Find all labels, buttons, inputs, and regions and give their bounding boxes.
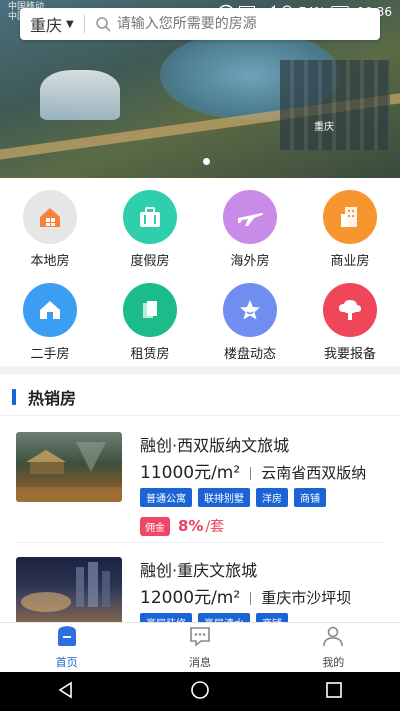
profile-icon [321, 625, 345, 651]
banner-towers [280, 60, 390, 150]
chevron-down-icon: ▼ [66, 18, 74, 30]
tag: 商铺 [294, 488, 326, 507]
home-icon [23, 283, 77, 337]
category-vacation[interactable]: 度假房 [100, 190, 200, 269]
house-icon [23, 190, 77, 244]
category-label: 海外房 [230, 254, 270, 269]
bottom-tab-bar: 首页 消息 我的 [0, 622, 400, 672]
category-overseas[interactable]: 海外房 [200, 190, 300, 269]
tab-label: 首页 [55, 656, 78, 669]
category-label: 我要报备 [323, 347, 376, 362]
banner-caption: 重庆 [314, 122, 334, 133]
message-icon [188, 625, 212, 651]
listing-price-row: 12000元/m² 重庆市沙坪坝 [140, 583, 396, 608]
category-label: 度假房 [130, 254, 170, 269]
tab-profile[interactable]: 我的 [267, 623, 400, 672]
category-rental[interactable]: 租赁房 [100, 283, 200, 362]
tag: 普通公寓 [140, 488, 192, 507]
section-accent-bar [12, 388, 16, 405]
category-label: 本地房 [30, 254, 70, 269]
city-selector[interactable]: 重庆 ▼ [20, 12, 74, 36]
tag: 洋房 [256, 488, 288, 507]
search-divider [83, 15, 85, 33]
category-report[interactable]: 我要报备 [300, 283, 400, 362]
home-tab-icon [55, 625, 79, 651]
tab-home[interactable]: 首页 [0, 623, 133, 672]
commission-value: 8% [178, 517, 204, 535]
tab-messages[interactable]: 消息 [133, 623, 266, 672]
listing-name: 融创·重庆文旅城 [140, 561, 258, 580]
commission-badge: 佣金 [140, 516, 170, 536]
system-navigation-bar [0, 672, 400, 711]
listing-tags: 普通公寓 联排别墅 洋房 商铺 [140, 488, 326, 507]
listing-name: 融创·西双版纳文旅城 [140, 436, 290, 455]
list-divider [16, 542, 384, 543]
copy-icon [123, 283, 177, 337]
search-input[interactable] [116, 16, 347, 32]
listing-location: 重庆市沙坪坝 [261, 589, 352, 607]
recents-icon[interactable] [325, 681, 343, 703]
commission-unit: /套 [205, 519, 225, 535]
tab-label: 消息 [188, 656, 211, 669]
category-label: 二手房 [30, 347, 70, 362]
section-separator [0, 366, 400, 374]
search-icon [95, 16, 111, 32]
star-icon [223, 283, 277, 337]
search-bar: 重庆 ▼ [20, 8, 380, 40]
category-grid: 本地房 度假房 海外房 商业房 二手房 租赁房 楼盘动态 我要报备 [0, 190, 400, 362]
commission-info: 佣金 8% /套 [140, 516, 224, 536]
price-divider [250, 591, 252, 605]
tag: 联排别墅 [198, 488, 250, 507]
building-icon [323, 190, 377, 244]
section-title: 热销房 [28, 388, 77, 408]
back-icon[interactable] [57, 681, 75, 703]
home-circle-icon[interactable] [190, 680, 210, 704]
listing-location: 云南省西双版纳 [261, 464, 367, 482]
category-label: 楼盘动态 [223, 347, 276, 362]
category-label: 租赁房 [130, 347, 170, 362]
listing-thumbnail [16, 557, 122, 627]
category-commercial[interactable]: 商业房 [300, 190, 400, 269]
listing-price: 11000元/m² [140, 463, 241, 483]
price-divider [250, 466, 252, 480]
airplane-icon [223, 190, 277, 244]
category-project-news[interactable]: 楼盘动态 [200, 283, 300, 362]
category-label: 商业房 [330, 254, 370, 269]
city-label: 重庆 [30, 16, 63, 35]
banner-dome-building [40, 70, 120, 120]
listing-thumbnail [16, 432, 122, 502]
listing-price: 12000元/m² [140, 588, 241, 608]
suitcase-icon [123, 190, 177, 244]
category-second-hand[interactable]: 二手房 [0, 283, 100, 362]
listing-price-row: 11000元/m² 云南省西双版纳 [140, 458, 396, 483]
tab-label: 我的 [322, 656, 345, 669]
upload-icon [323, 283, 377, 337]
listing-card[interactable]: 融创·西双版纳文旅城 11000元/m² 云南省西双版纳 普通公寓 联排别墅 洋房… [16, 432, 396, 542]
category-local[interactable]: 本地房 [0, 190, 100, 269]
carousel-dot-1[interactable] [203, 158, 210, 165]
hot-sale-header: 热销房 [0, 378, 400, 416]
